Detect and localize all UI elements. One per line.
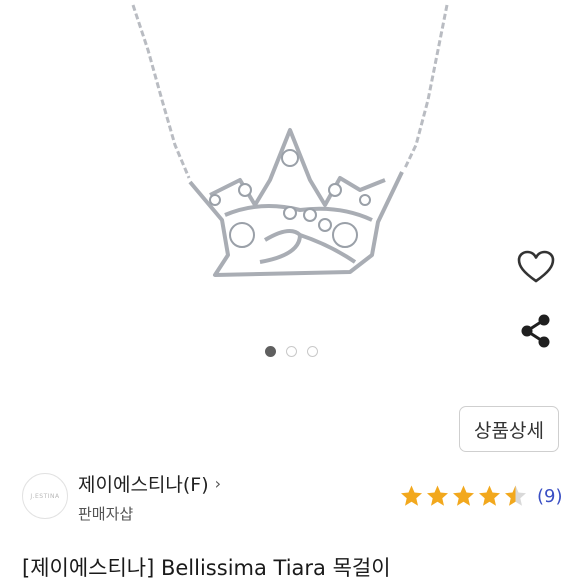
gallery-pager [0,346,583,357]
chevron-right-icon: › [214,474,222,493]
product-title: [제이에스티나] Bellissima Tiara 목걸이 [22,556,391,580]
star-icon [427,485,448,506]
share-icon [521,314,550,348]
star-icon [453,485,474,506]
star-icon [401,485,422,506]
heart-outline-icon [517,250,555,283]
pager-dot-1[interactable] [265,346,276,357]
product-image-gallery[interactable] [0,0,583,370]
seller-logo[interactable]: J.ESTINA [22,473,68,519]
product-detail-label: 상품상세 [474,419,544,442]
seller-name: 제이에스티나(F) [78,474,209,496]
seller-type-label: 판매자샵 [78,505,134,523]
star-icon [479,485,500,506]
pager-dot-2[interactable] [286,346,297,357]
product-image [131,4,449,277]
wishlist-button[interactable] [515,248,557,286]
star-icon [505,485,526,506]
seller-name-link[interactable]: 제이에스티나(F) › [78,470,221,497]
review-count[interactable]: (9) [537,486,563,507]
pager-dot-3[interactable] [307,346,318,357]
share-button[interactable] [518,312,554,350]
product-detail-button[interactable]: 상품상세 [459,406,559,452]
star-rating [399,484,528,508]
rating-summary[interactable]: (9) [399,484,563,508]
seller-logo-text: J.ESTINA [30,492,60,500]
